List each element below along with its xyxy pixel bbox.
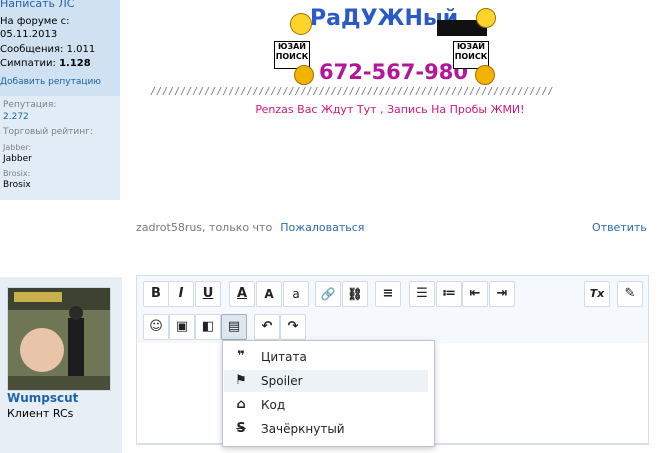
align-button[interactable]: ≡ bbox=[375, 281, 401, 307]
image-button[interactable]: ▣ bbox=[169, 314, 195, 340]
menu-item-quote[interactable]: ❞ Цитата bbox=[224, 346, 428, 368]
menu-item-label: Код bbox=[261, 398, 286, 412]
messages-stat: Сообщения: 1.011 bbox=[0, 44, 95, 55]
likes-label: Симпатии: bbox=[0, 58, 56, 69]
signature-note-link[interactable]: Penzas Вас Ждут Тут , Запись На Пробы ЖМ… bbox=[150, 103, 630, 116]
link-button[interactable]: 🔗 bbox=[315, 281, 341, 307]
flag-icon: ⚑ bbox=[235, 373, 247, 388]
angry-smiley-icon bbox=[294, 65, 314, 85]
indent-button[interactable]: ⇥ bbox=[489, 281, 515, 307]
font-size-button[interactable]: A bbox=[256, 281, 282, 307]
likes-stat: Симпатии: 1.128 bbox=[0, 58, 91, 69]
add-reputation-link[interactable]: Добавить репутацию bbox=[0, 77, 101, 87]
angry-smiley-icon bbox=[475, 65, 495, 85]
bold-button[interactable]: B bbox=[143, 281, 169, 307]
reply-link[interactable]: Ответить bbox=[592, 221, 647, 234]
smilies-button[interactable]: ☺ bbox=[143, 314, 169, 340]
menu-item-code[interactable]: ⌂ Код bbox=[224, 394, 428, 416]
draft-button[interactable]: ✎ bbox=[617, 281, 643, 307]
outdent-button[interactable]: ⇤ bbox=[462, 281, 488, 307]
font-color-button[interactable]: A bbox=[229, 281, 255, 307]
unlink-button[interactable]: ⛓ bbox=[342, 281, 368, 307]
post-time: , только что bbox=[202, 221, 273, 234]
brosix-label: Brosix: bbox=[3, 169, 31, 178]
joined-value: 05.11.2013 bbox=[0, 29, 58, 40]
menu-item-label: Цитата bbox=[261, 350, 307, 364]
brosix-value: Brosix bbox=[3, 180, 31, 190]
post-sidebar: Написать ЛС На форуме с: 05.11.2013 Сооб… bbox=[0, 0, 120, 200]
italic-button[interactable]: I bbox=[168, 281, 194, 307]
smiley-icon bbox=[476, 8, 496, 28]
underline-button[interactable]: U bbox=[195, 281, 221, 307]
font-family-button[interactable]: a bbox=[283, 281, 309, 307]
numbered-list-button[interactable]: ≔ bbox=[436, 281, 462, 307]
user-title: Клиент RCs bbox=[7, 407, 74, 420]
signature-phone: 672-567-980 bbox=[319, 60, 468, 84]
bullet-list-button[interactable]: ☰ bbox=[409, 281, 435, 307]
write-pm-link[interactable]: Написать ЛС bbox=[0, 0, 74, 10]
media-button[interactable]: ◧ bbox=[195, 314, 221, 340]
report-link[interactable]: Пожаловаться bbox=[280, 221, 364, 234]
post-meta: zadrot58rus, только что Пожаловаться bbox=[136, 221, 364, 234]
menu-item-label: Spoiler bbox=[261, 374, 303, 388]
jabber-value: Jabber bbox=[3, 154, 32, 164]
trade-rating-label: Торговый рейтинг: bbox=[3, 127, 93, 137]
messages-label: Сообщения: bbox=[0, 44, 64, 55]
undo-button[interactable]: ↶ bbox=[254, 314, 280, 340]
signature-divider: ////////////////////////////////////////… bbox=[150, 86, 554, 97]
reputation-value[interactable]: 2.272 bbox=[3, 112, 29, 122]
avatar-image bbox=[8, 288, 110, 390]
strikethrough-icon: S bbox=[236, 421, 246, 436]
menu-item-strikethrough[interactable]: S Зачёркнутый bbox=[224, 418, 428, 440]
reputation-label: Репутация: bbox=[3, 100, 57, 110]
remove-format-button[interactable]: Tx bbox=[584, 281, 610, 307]
redo-button[interactable]: ↷ bbox=[280, 314, 306, 340]
likes-value: 1.128 bbox=[59, 58, 91, 69]
signature-title: РаДУЖНый bbox=[310, 6, 459, 31]
smiley-icon bbox=[290, 13, 312, 35]
post-author[interactable]: zadrot58rus bbox=[136, 221, 202, 234]
insert-dropdown-menu: ❞ Цитата ⚑ Spoiler ⌂ Код S Зачёркнутый bbox=[222, 340, 435, 447]
code-icon: ⌂ bbox=[236, 397, 246, 412]
joined-label: На форуме с: bbox=[0, 16, 70, 27]
messages-value: 1.011 bbox=[66, 44, 96, 55]
avatar[interactable] bbox=[7, 287, 111, 391]
signature: РаДУЖНый ЮЗАЙ ПОИСК 672-567-980 ЮЗАЙ ПОИ… bbox=[150, 0, 650, 130]
menu-item-spoiler[interactable]: ⚑ Spoiler bbox=[224, 370, 428, 392]
quote-icon: ❞ bbox=[237, 349, 245, 364]
menu-item-label: Зачёркнутый bbox=[261, 422, 345, 436]
username-link[interactable]: Wumpscut bbox=[7, 391, 78, 405]
insert-button[interactable]: ▤ bbox=[221, 314, 247, 340]
jabber-label: Jabber: bbox=[3, 143, 32, 152]
